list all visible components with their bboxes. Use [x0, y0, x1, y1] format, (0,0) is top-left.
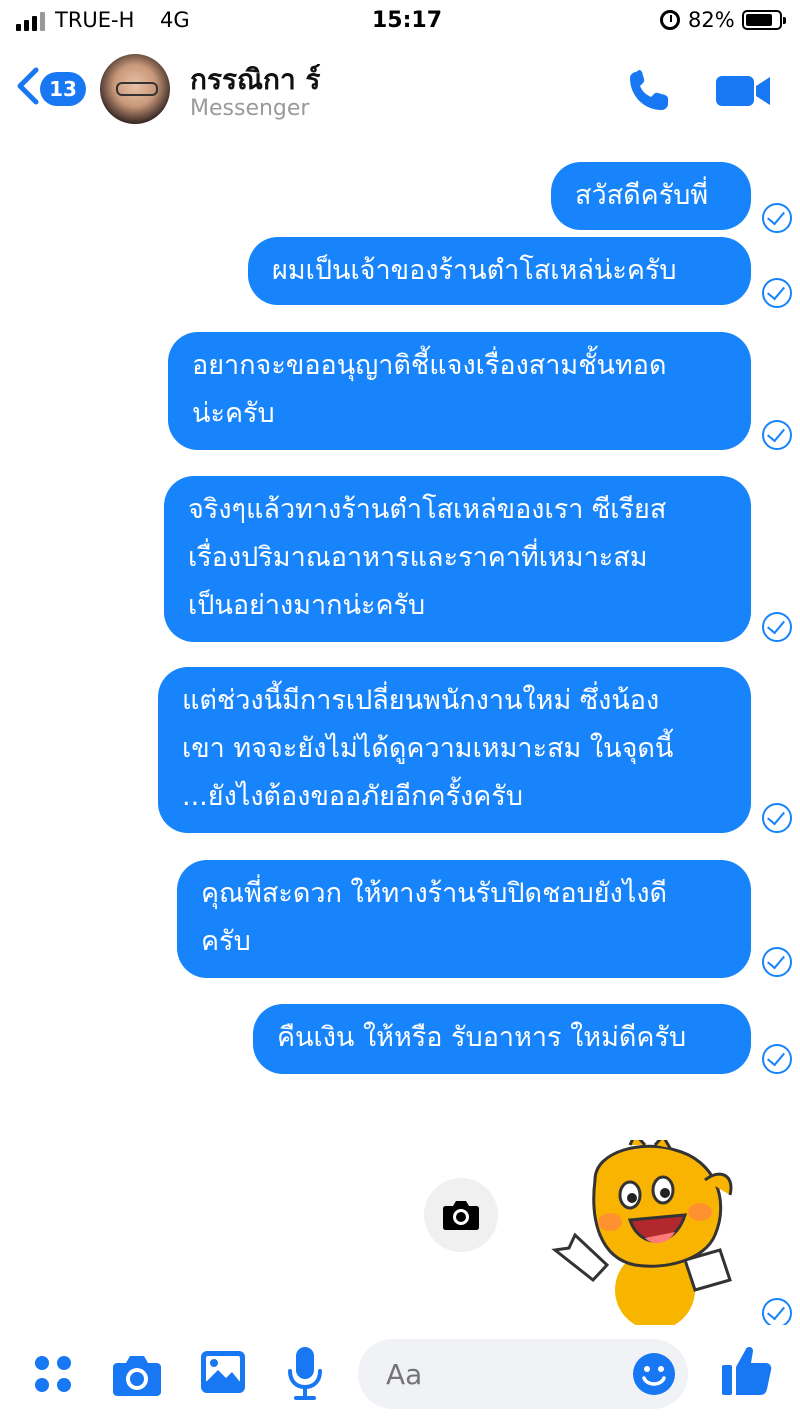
message-text: สวัสดีครับพี่ — [575, 180, 709, 211]
message-text: คืนเงิน ให้หรือ รับอาหาร ใหม่ดีครับ — [277, 1022, 687, 1053]
message-bubble[interactable]: คุณพี่สะดวก ให้ทางร้านรับปิดชอบยังไงดี ค… — [177, 860, 751, 978]
message-input[interactable] — [386, 1355, 626, 1393]
delivered-check-icon — [762, 420, 792, 450]
delivered-check-icon — [762, 612, 792, 642]
emoji-icon[interactable] — [632, 1352, 676, 1396]
delivered-check-icon — [762, 1298, 792, 1328]
alarm-icon — [660, 10, 680, 30]
delivered-check-icon — [762, 203, 792, 233]
video-call-icon[interactable] — [714, 72, 772, 110]
message-line: น่ะครับ — [192, 398, 275, 429]
message-bubble[interactable]: อยากจะขออนุญาติชี้แจงเรื่องสามชั้นทอด น่… — [168, 332, 751, 450]
message-line: จริงๆแล้วทางร้านตำโสเหล่ของเรา ซีเรียส — [188, 494, 667, 525]
back-chevron-icon[interactable] — [14, 66, 42, 106]
battery-percent: 82% — [688, 8, 735, 32]
avatar[interactable] — [100, 54, 170, 124]
message-line: แต่ช่วงนี้มีการเปลี่ยนพนักงานใหม่ ซึ่งน้… — [182, 685, 660, 716]
message-bubble[interactable]: ผมเป็นเจ้าของร้านตำโสเหล่น่ะครับ — [248, 237, 751, 305]
composer-bar — [0, 1325, 800, 1423]
message-line: ครับ — [201, 926, 251, 957]
delivered-check-icon — [762, 1044, 792, 1074]
chat-header: 13 กรรณิกา ร์ Messenger — [0, 46, 800, 142]
microphone-icon[interactable] — [286, 1345, 324, 1401]
thumbs-up-icon[interactable] — [720, 1343, 772, 1397]
signal-strength-icon — [16, 11, 45, 31]
message-line: อยากจะขออนุญาติชี้แจงเรื่องสามชั้นทอด — [192, 350, 667, 381]
message-bubble[interactable]: จริงๆแล้วทางร้านตำโสเหล่ของเรา ซีเรียส เ… — [164, 476, 751, 642]
message-text: ผมเป็นเจ้าของร้านตำโสเหล่น่ะครับ — [272, 255, 677, 286]
yellow-mascot-sticker[interactable] — [535, 1140, 750, 1325]
delivered-check-icon — [762, 947, 792, 977]
message-bubble[interactable]: คืนเงิน ให้หรือ รับอาหาร ใหม่ดีครับ — [253, 1004, 751, 1074]
camera-icon[interactable] — [112, 1353, 162, 1397]
status-bar: TRUE-H 4G 15:17 82% — [0, 0, 800, 44]
camera-icon — [443, 1201, 479, 1230]
contact-subtitle: Messenger — [190, 96, 310, 121]
network-type: 4G — [160, 8, 190, 32]
menu-dots-icon[interactable] — [32, 1353, 74, 1395]
gallery-icon[interactable] — [200, 1350, 246, 1394]
message-line: เป็นอย่างมากน่ะครับ — [188, 590, 426, 621]
carrier-name: TRUE-H — [55, 8, 135, 32]
message-bubble[interactable]: แต่ช่วงนี้มีการเปลี่ยนพนักงานใหม่ ซึ่งน้… — [158, 667, 751, 833]
delivered-check-icon — [762, 803, 792, 833]
camera-shortcut-button[interactable] — [424, 1178, 498, 1252]
clock: 15:17 — [372, 8, 443, 33]
message-line: เขา ทจจะยังไม่ได้ดูความเหมาะสม ในจุดนี้ — [182, 733, 674, 764]
message-line: ...ยังไงต้องขออภัยอีกครั้งครับ — [182, 781, 523, 812]
unread-count-badge[interactable]: 13 — [40, 72, 86, 106]
message-input-container[interactable] — [358, 1339, 688, 1409]
call-icon[interactable] — [624, 66, 674, 116]
battery-icon — [742, 10, 786, 30]
delivered-check-icon — [762, 278, 792, 308]
message-bubble[interactable]: สวัสดีครับพี่ — [551, 162, 751, 230]
message-line: เรื่องปริมาณอาหารและราคาที่เหมาะสม — [188, 542, 648, 573]
message-line: คุณพี่สะดวก ให้ทางร้านรับปิดชอบยังไงดี — [201, 878, 668, 909]
